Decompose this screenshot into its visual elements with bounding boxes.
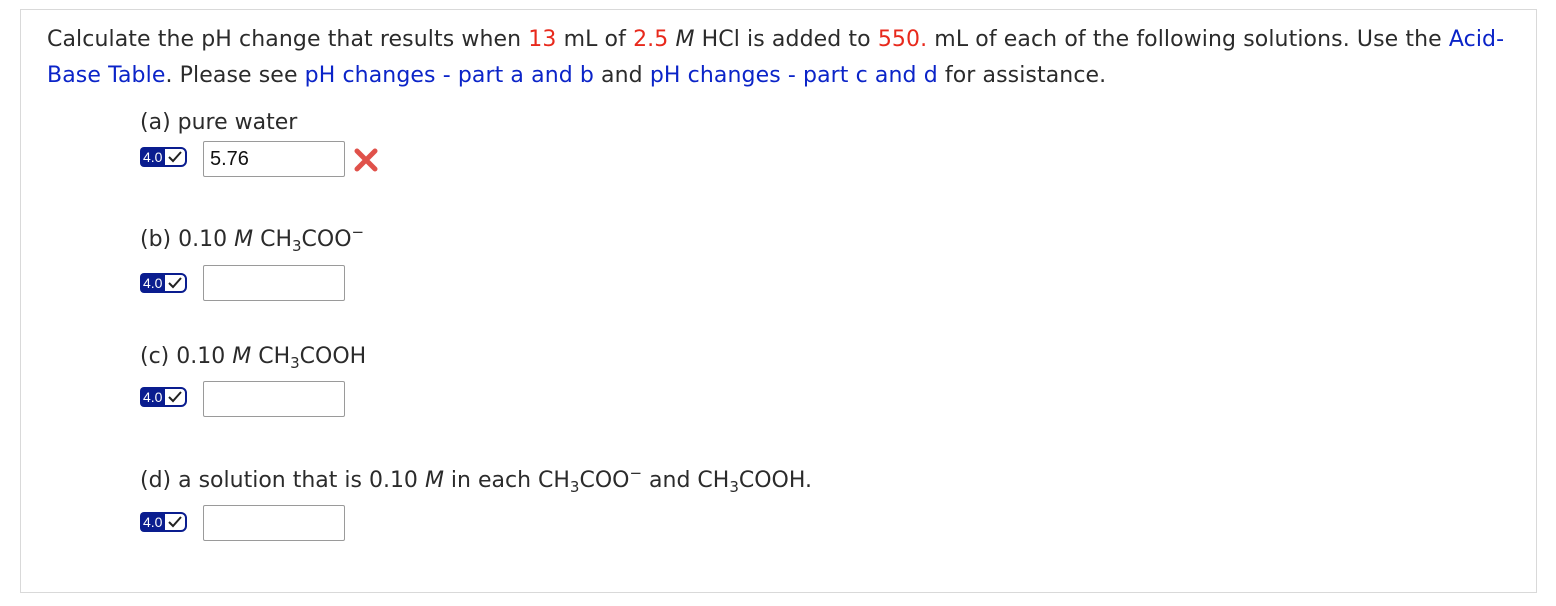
part-c-points-badge: 4.0 [140, 386, 192, 408]
part-d-answer-input[interactable] [203, 505, 345, 541]
question-text-part: mL of [556, 27, 634, 52]
part-a-label: (a) pure water [140, 110, 298, 135]
formula-subscript: 3 [292, 237, 302, 255]
question-text-part: HCl is added to [694, 27, 878, 52]
solution-volume-value: 550. [877, 27, 928, 52]
part-d-prefix: (d) a solution that is 0.10 [140, 468, 425, 493]
part-a-points-badge: 4.0 [140, 146, 192, 168]
question-text-part: . Please see [165, 63, 305, 88]
molarity-unit: M [234, 227, 254, 252]
part-b-label: (b) 0.10 M CH3COO− [140, 223, 365, 255]
formula-text: COOH. [738, 468, 813, 493]
formula-text: CH [258, 344, 291, 369]
charge-superscript: − [629, 464, 643, 482]
check-icon [163, 512, 188, 532]
points-value: 4.0 [140, 512, 166, 532]
formula-text: COOH [299, 344, 367, 369]
question-text-part: Calculate the pH change that results whe… [47, 27, 529, 52]
check-icon [163, 147, 188, 167]
x-mark-icon [354, 148, 378, 172]
part-c-prefix: (c) 0.10 [140, 344, 233, 369]
part-b-prefix: (b) 0.10 [140, 227, 235, 252]
hcl-concentration-value: 2.5 [633, 27, 669, 52]
formula-text: in each CH [443, 468, 570, 493]
part-a-answer-input[interactable] [203, 141, 345, 177]
part-d-points-badge: 4.0 [140, 511, 192, 533]
points-value: 4.0 [140, 273, 166, 293]
points-value: 4.0 [140, 147, 166, 167]
part-b-answer-input[interactable] [203, 265, 345, 301]
part-d-label: (d) a solution that is 0.10 M in each CH… [140, 464, 813, 496]
part-c-answer-input[interactable] [203, 381, 345, 417]
charge-superscript: − [351, 223, 365, 241]
ph-changes-cd-link[interactable]: pH changes - part c and d [650, 63, 938, 88]
formula-text: COO [579, 468, 630, 493]
formula-text: and CH [642, 468, 730, 493]
molarity-unit: M [232, 344, 252, 369]
question-text: Calculate the pH change that results whe… [47, 22, 1507, 94]
molarity-unit: M [424, 468, 444, 493]
question-text-part: mL of each of the following solutions. U… [927, 27, 1449, 52]
points-value: 4.0 [140, 387, 166, 407]
question-text-part: and [593, 63, 650, 88]
part-c-label: (c) 0.10 M CH3COOH [140, 343, 366, 371]
part-b-points-badge: 4.0 [140, 272, 192, 294]
formula-text: CH [260, 227, 292, 252]
formula-subscript: 3 [290, 354, 300, 372]
formula-subscript: 3 [729, 478, 739, 496]
formula-text: COO [301, 227, 352, 252]
molarity-unit: M [675, 27, 695, 52]
check-icon [163, 387, 188, 407]
hcl-volume-value: 13 [528, 27, 557, 52]
check-icon [163, 273, 188, 293]
ph-changes-ab-link[interactable]: pH changes - part a and b [305, 63, 594, 88]
question-text-part: for assistance. [937, 63, 1107, 88]
